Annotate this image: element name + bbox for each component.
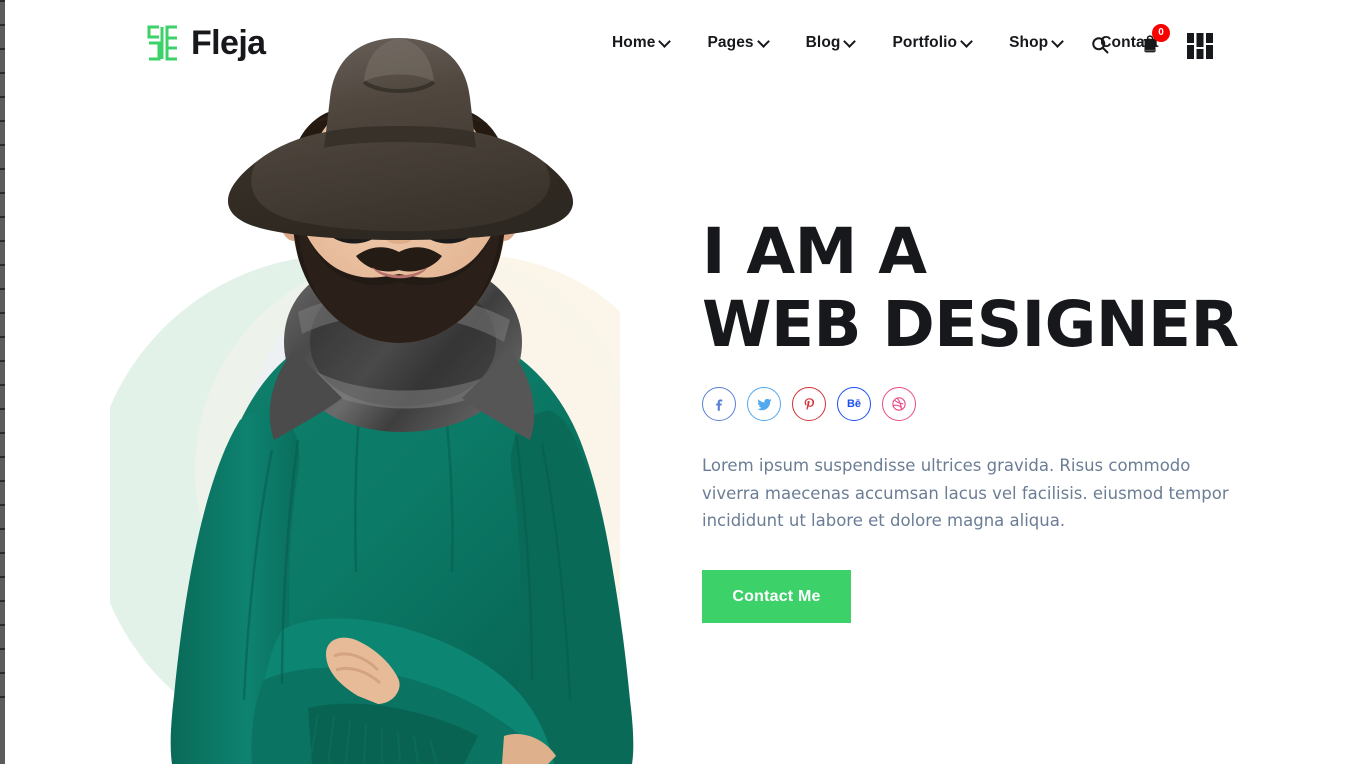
nav-label-pages: Pages [707,34,754,51]
nav-label-portfolio: Portfolio [892,34,958,51]
nav-label-shop: Shop [1009,34,1049,51]
page-scrollbar[interactable] [0,0,5,764]
grid-menu-button[interactable] [1185,30,1215,62]
dribbble-icon [891,396,907,412]
headline-line-1: I AM A [702,215,927,288]
pinterest-icon [802,397,817,412]
nav-item-shop[interactable]: Shop [990,34,1081,52]
hero-section: I AM A WEB DESIGNER Bē Lorem ipsum suspe… [0,0,1370,764]
brand-name: Fleja [191,24,266,62]
nav-item-blog[interactable]: Blog [787,34,874,52]
chevron-down-icon [1051,35,1065,48]
hero-copy: I AM A WEB DESIGNER Bē Lorem ipsum suspe… [702,215,1262,624]
social-link-twitter[interactable] [747,387,781,422]
social-link-behance[interactable]: Bē [837,387,871,422]
social-links: Bē [702,387,1262,422]
brand-logo[interactable]: Fleja [146,24,266,62]
social-link-pinterest[interactable] [792,387,826,422]
portrait-image [170,38,634,764]
hero-portrait [112,20,687,764]
chevron-down-icon [658,35,672,48]
site-header: Fleja Home Pages Blog Portfolio Shop Con… [0,0,1370,92]
nav-label-home: Home [612,34,656,51]
nav-item-pages[interactable]: Pages [688,34,786,52]
chevron-down-icon [843,35,857,48]
header-tools: 0 [1085,24,1215,62]
social-link-dribbble[interactable] [882,387,916,422]
nav-item-home[interactable]: Home [612,34,688,52]
social-link-facebook[interactable] [702,387,736,422]
page-title: I AM A WEB DESIGNER [702,215,1262,361]
hero-paragraph: Lorem ipsum suspendisse ultrices gravida… [702,456,1229,530]
chevron-down-icon [756,35,770,48]
fleja-bracket-logo-icon [146,25,180,61]
facebook-icon [711,396,727,412]
chevron-down-icon [960,35,973,48]
search-button[interactable] [1085,30,1115,62]
page-root: I AM A WEB DESIGNER Bē Lorem ipsum suspe… [0,0,1370,764]
twitter-icon [756,396,773,413]
headline-line-2: WEB DESIGNER [702,288,1239,362]
search-icon [1090,35,1110,58]
cart-button[interactable]: 0 [1135,24,1170,62]
nav-label-blog: Blog [805,34,841,51]
grid-menu-icon [1187,33,1213,59]
contact-me-button[interactable]: Contact Me [702,570,851,624]
behance-icon: Bē [846,397,862,410]
nav-item-portfolio[interactable]: Portfolio [873,34,990,52]
cart-count-badge: 0 [1152,24,1170,42]
